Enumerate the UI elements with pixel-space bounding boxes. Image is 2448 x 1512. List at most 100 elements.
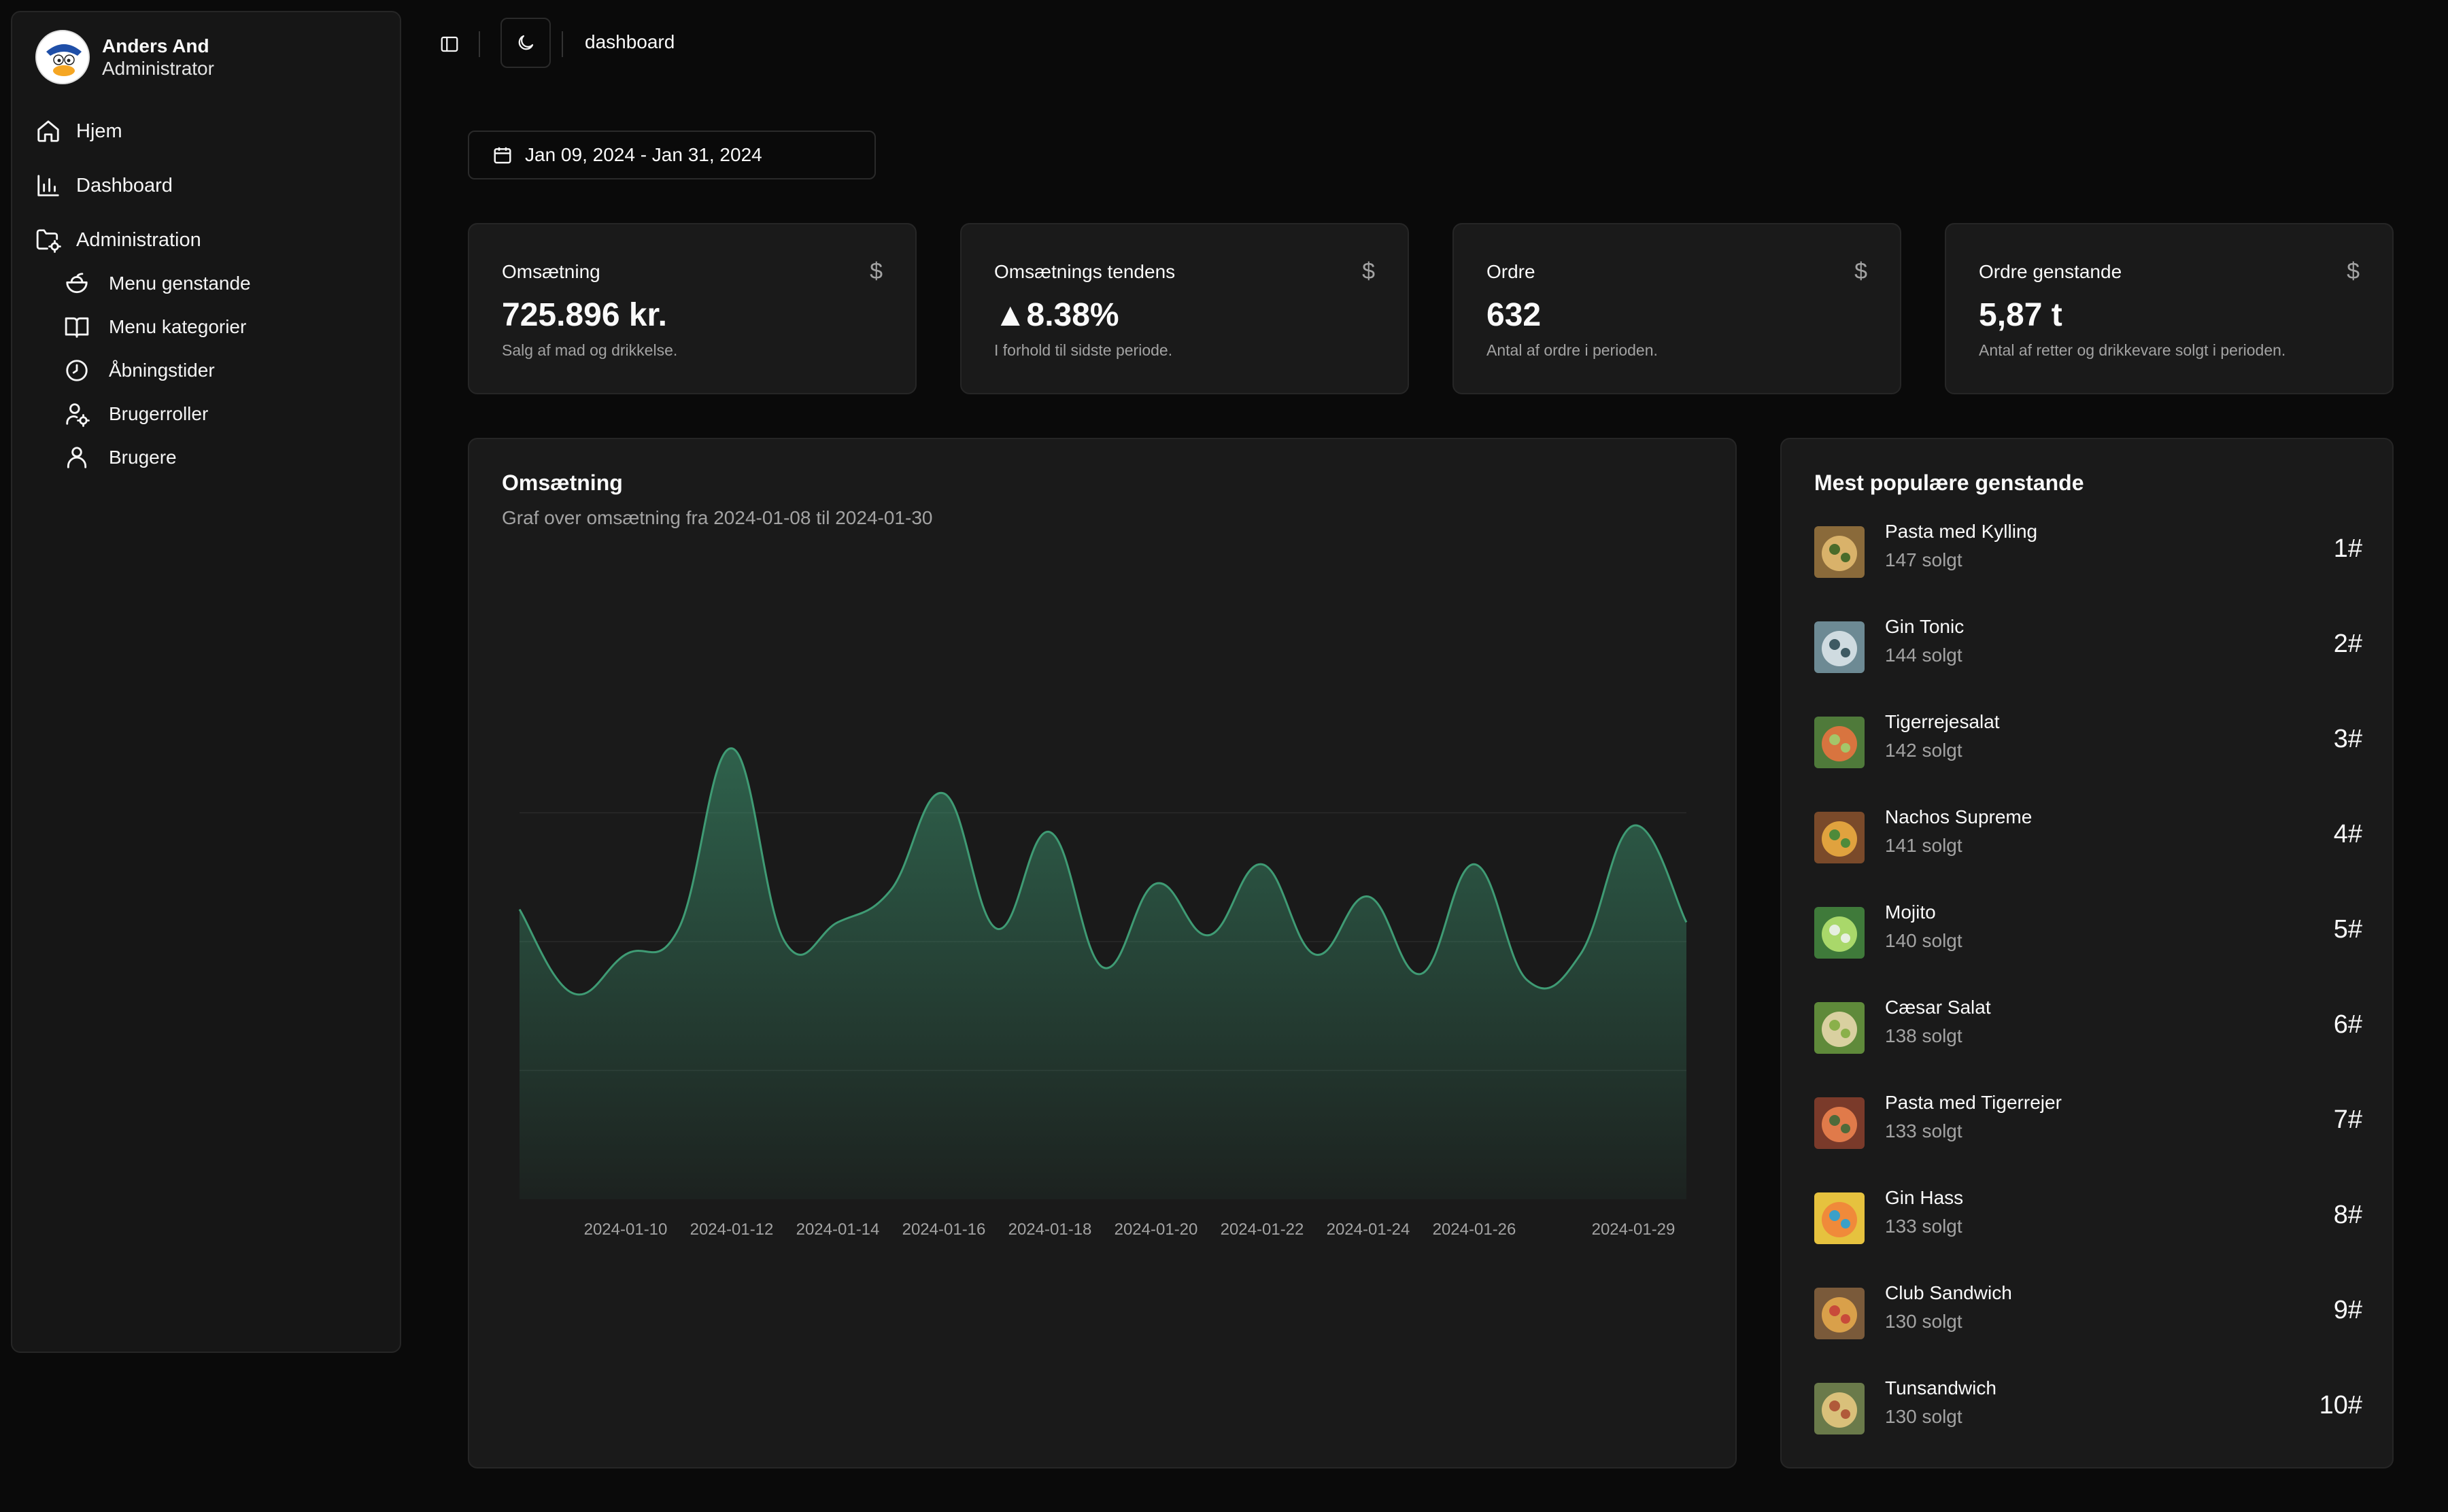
- stat-value: 5,87 t: [1979, 297, 2062, 333]
- food-thumbnail: [1814, 1288, 1865, 1339]
- sidebar-item-label: Brugerroller: [109, 403, 209, 424]
- food-thumbnail: [1814, 1192, 1865, 1244]
- popular-item[interactable]: Mojito 140 solgt 5#: [1814, 901, 2362, 959]
- item-sold-count: 141 solgt: [1885, 835, 1962, 856]
- item-rank: 5#: [2333, 915, 2362, 944]
- item-rank: 8#: [2333, 1201, 2362, 1229]
- food-thumbnail: [1814, 1002, 1865, 1054]
- item-rank: 1#: [2333, 534, 2362, 563]
- popular-item[interactable]: Pasta med Kylling 147 solgt 1#: [1814, 521, 2362, 578]
- sidebar-item-label: Hjem: [76, 120, 122, 142]
- item-name: Tigerrejesalat: [1885, 711, 2000, 732]
- popular-title: Mest populære genstande: [1814, 470, 2084, 495]
- x-tick-label: 2024-01-26: [1433, 1220, 1516, 1239]
- item-rank: 6#: [2333, 1010, 2362, 1039]
- sidebar-item-menu-items[interactable]: Menu genstande: [64, 271, 251, 296]
- item-rank: 4#: [2333, 820, 2362, 848]
- sidebar-item-administration[interactable]: Administration: [35, 227, 201, 253]
- item-name: Mojito: [1885, 901, 1936, 923]
- divider: [562, 31, 563, 57]
- sidebar: Anders And Administrator Hjem Dashboard …: [11, 11, 401, 1353]
- user-role: Administrator: [102, 58, 214, 79]
- sidebar-item-label: Brugere: [109, 447, 177, 468]
- popular-item[interactable]: Gin Tonic 144 solgt 2#: [1814, 616, 2362, 673]
- item-sold-count: 130 solgt: [1885, 1311, 1962, 1332]
- item-sold-count: 133 solgt: [1885, 1120, 1962, 1141]
- sidebar-item-dashboard[interactable]: Dashboard: [35, 173, 173, 199]
- popular-item[interactable]: Tigerrejesalat 142 solgt 3#: [1814, 711, 2362, 768]
- stat-title: Omsætnings tendens: [994, 261, 1176, 282]
- sidebar-item-label: Menu genstande: [109, 273, 251, 294]
- item-name: Nachos Supreme: [1885, 806, 2033, 827]
- food-thumbnail: [1814, 526, 1865, 578]
- item-rank: 7#: [2333, 1105, 2362, 1134]
- popular-item[interactable]: Pasta med Tigerrejer 133 solgt 7#: [1814, 1092, 2362, 1149]
- item-name: Tunsandwich: [1885, 1377, 1996, 1398]
- food-thumbnail: [1814, 717, 1865, 768]
- date-range-picker[interactable]: Jan 09, 2024 - Jan 31, 2024: [468, 131, 876, 179]
- stat-value: 725.896 kr.: [502, 297, 667, 333]
- dollar-icon: $: [2347, 258, 2360, 284]
- calendar-icon: [494, 147, 511, 164]
- stat-description: Antal af retter og drikkevare solgt i pe…: [1979, 341, 2286, 359]
- item-rank: 9#: [2333, 1296, 2362, 1324]
- stat-description: Salg af mad og drikkelse.: [502, 341, 678, 359]
- popular-item[interactable]: Cæsar Salat 138 solgt 6#: [1814, 997, 2362, 1054]
- stat-card-revenue-trend: Omsætnings tendens $ ▲8.38% I forhold ti…: [960, 223, 1409, 394]
- sidebar-toggle-button[interactable]: [435, 30, 464, 58]
- sidebar-item-home[interactable]: Hjem: [35, 118, 122, 144]
- revenue-area: [520, 748, 1686, 1199]
- x-tick-label: 2024-01-10: [584, 1220, 668, 1239]
- item-sold-count: 147 solgt: [1885, 549, 1962, 570]
- x-tick-label: 2024-01-22: [1221, 1220, 1304, 1239]
- popular-item[interactable]: Club Sandwich 130 solgt 9#: [1814, 1282, 2362, 1339]
- food-thumbnail: [1814, 1383, 1865, 1434]
- item-sold-count: 138 solgt: [1885, 1025, 1962, 1046]
- x-tick-label: 2024-01-18: [1008, 1220, 1092, 1239]
- stat-value: ▲8.38%: [994, 297, 1119, 333]
- popular-item[interactable]: Tunsandwich 130 solgt 10#: [1814, 1377, 2362, 1434]
- user-cog-icon: [66, 403, 90, 427]
- x-tick-label: 2024-01-16: [902, 1220, 986, 1239]
- x-tick-label: 2024-01-29: [1592, 1220, 1676, 1239]
- x-tick-label: 2024-01-12: [690, 1220, 774, 1239]
- user-profile[interactable]: Anders And Administrator: [35, 30, 214, 84]
- sidebar-item-label: Dashboard: [76, 174, 173, 196]
- item-name: Gin Hass: [1885, 1187, 1964, 1208]
- food-thumbnail: [1814, 907, 1865, 959]
- item-name: Gin Tonic: [1885, 616, 1965, 637]
- sidebar-item-label: Åbningstider: [109, 360, 215, 381]
- item-sold-count: 144 solgt: [1885, 645, 1962, 666]
- stat-title: Ordre: [1486, 261, 1535, 282]
- popular-item[interactable]: Gin Hass 133 solgt 8#: [1814, 1187, 2362, 1244]
- x-tick-label: 2024-01-24: [1327, 1220, 1410, 1239]
- sidebar-item-label: Menu kategorier: [109, 316, 247, 337]
- x-tick-label: 2024-01-20: [1115, 1220, 1198, 1239]
- sidebar-item-user-roles[interactable]: Brugerroller: [64, 401, 208, 427]
- stat-description: Antal af ordre i perioden.: [1486, 341, 1658, 359]
- stat-card-order-items: Ordre genstande $ 5,87 t Antal af retter…: [1945, 223, 2394, 394]
- stat-description: I forhold til sidste periode.: [994, 341, 1173, 359]
- revenue-area-chart[interactable]: 2024-01-10 2024-01-12 2024-01-14 2024-01-16…: [469, 439, 1735, 1467]
- sidebar-item-users[interactable]: Brugere: [64, 445, 177, 470]
- dollar-icon: $: [870, 258, 883, 284]
- item-rank: 2#: [2333, 630, 2362, 658]
- home-icon: [37, 120, 59, 142]
- panel-left-icon: [441, 36, 458, 52]
- theme-toggle-button[interactable]: [500, 18, 551, 68]
- item-rank: 10#: [2319, 1391, 2362, 1420]
- stat-card-orders: Ordre $ 632 Antal af ordre i perioden.: [1452, 223, 1901, 394]
- item-sold-count: 140 solgt: [1885, 930, 1962, 951]
- breadcrumb: dashboard: [585, 31, 675, 52]
- popular-items-card: Mest populære genstande Pasta med Kyllin…: [1780, 438, 2394, 1468]
- stat-title: Ordre genstande: [1979, 261, 2122, 282]
- item-name: Club Sandwich: [1885, 1282, 2012, 1303]
- sidebar-item-opening-hours[interactable]: Åbningstider: [64, 358, 215, 383]
- stat-card-revenue: Omsætning $ 725.896 kr. Salg af mad og d…: [468, 223, 917, 394]
- sidebar-item-menu-categories[interactable]: Menu kategorier: [64, 314, 246, 340]
- food-thumbnail: [1814, 812, 1865, 863]
- popular-item[interactable]: Nachos Supreme 141 solgt 4#: [1814, 806, 2362, 863]
- item-name: Pasta med Kylling: [1885, 521, 2038, 542]
- avatar: [35, 30, 90, 84]
- dollar-icon: $: [1854, 258, 1867, 284]
